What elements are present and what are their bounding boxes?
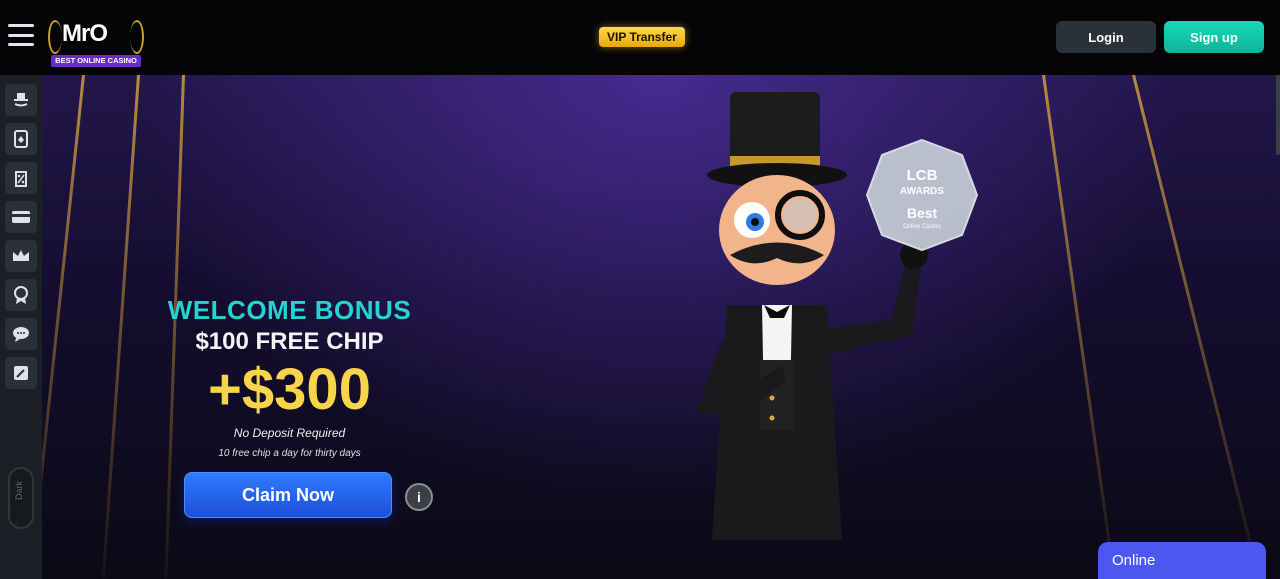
curtain-light — [1042, 75, 1116, 575]
hamburger-icon[interactable] — [8, 24, 34, 46]
welcome-promo: WELCOME BONUS $100 FREE CHIP +$300 No De… — [162, 295, 417, 459]
sidebar-crown-icon[interactable] — [5, 240, 37, 272]
logo-word: MrO — [62, 20, 108, 47]
sidebar-award-icon[interactable] — [5, 279, 37, 311]
promo-title: WELCOME BONUS — [167, 295, 412, 325]
dark-mode-toggle[interactable]: Dark — [8, 467, 34, 529]
curtain-light — [1132, 75, 1257, 565]
laurel-right-icon — [130, 20, 144, 54]
left-sidebar: Dark — [0, 75, 42, 579]
curtain-light — [42, 75, 85, 577]
info-icon[interactable]: i — [405, 483, 433, 511]
login-button[interactable]: Login — [1056, 21, 1156, 53]
sidebar-promo-icon[interactable] — [5, 162, 37, 194]
mascot-illustration: LCB AWARDS Best Online Casino — [697, 92, 979, 540]
award-line1: LCB — [907, 167, 938, 184]
sidebar-support-icon[interactable] — [5, 318, 37, 350]
hero-banner: WELCOME BONUS $100 FREE CHIP +$300 No De… — [42, 75, 1280, 579]
claim-now-button[interactable]: Claim Now — [184, 472, 392, 518]
promo-subtitle: $100 FREE CHIP — [195, 328, 384, 355]
sidebar-mascot-icon[interactable] — [5, 84, 37, 116]
top-header: MrO BEST ONLINE CASINO VIP Transfer Logi… — [0, 0, 1280, 75]
signup-button[interactable]: Sign up — [1164, 21, 1264, 53]
award-line3: Best — [907, 205, 938, 221]
sidebar-cards-icon[interactable] — [5, 123, 37, 155]
sidebar-card-icon[interactable] — [5, 201, 37, 233]
site-logo[interactable]: MrO BEST ONLINE CASINO — [48, 14, 144, 68]
online-chat-widget[interactable]: Online — [1098, 542, 1266, 579]
page-scrollbar[interactable] — [1276, 75, 1280, 155]
laurel-left-icon — [48, 20, 62, 54]
vip-transfer-badge[interactable]: VIP Transfer — [599, 27, 685, 47]
award-line4: Online Casino — [903, 224, 941, 230]
award-line2: AWARDS — [900, 186, 944, 197]
promo-note: No Deposit Required — [233, 426, 346, 440]
sidebar-edit-icon[interactable] — [5, 357, 37, 389]
promo-detail: 10 free chip a day for thirty days — [218, 448, 361, 459]
promo-amount: +$300 — [208, 357, 371, 422]
dark-toggle-label: Dark — [14, 481, 24, 501]
curtain-light — [101, 75, 140, 578]
logo-tagline: BEST ONLINE CASINO — [51, 55, 141, 67]
